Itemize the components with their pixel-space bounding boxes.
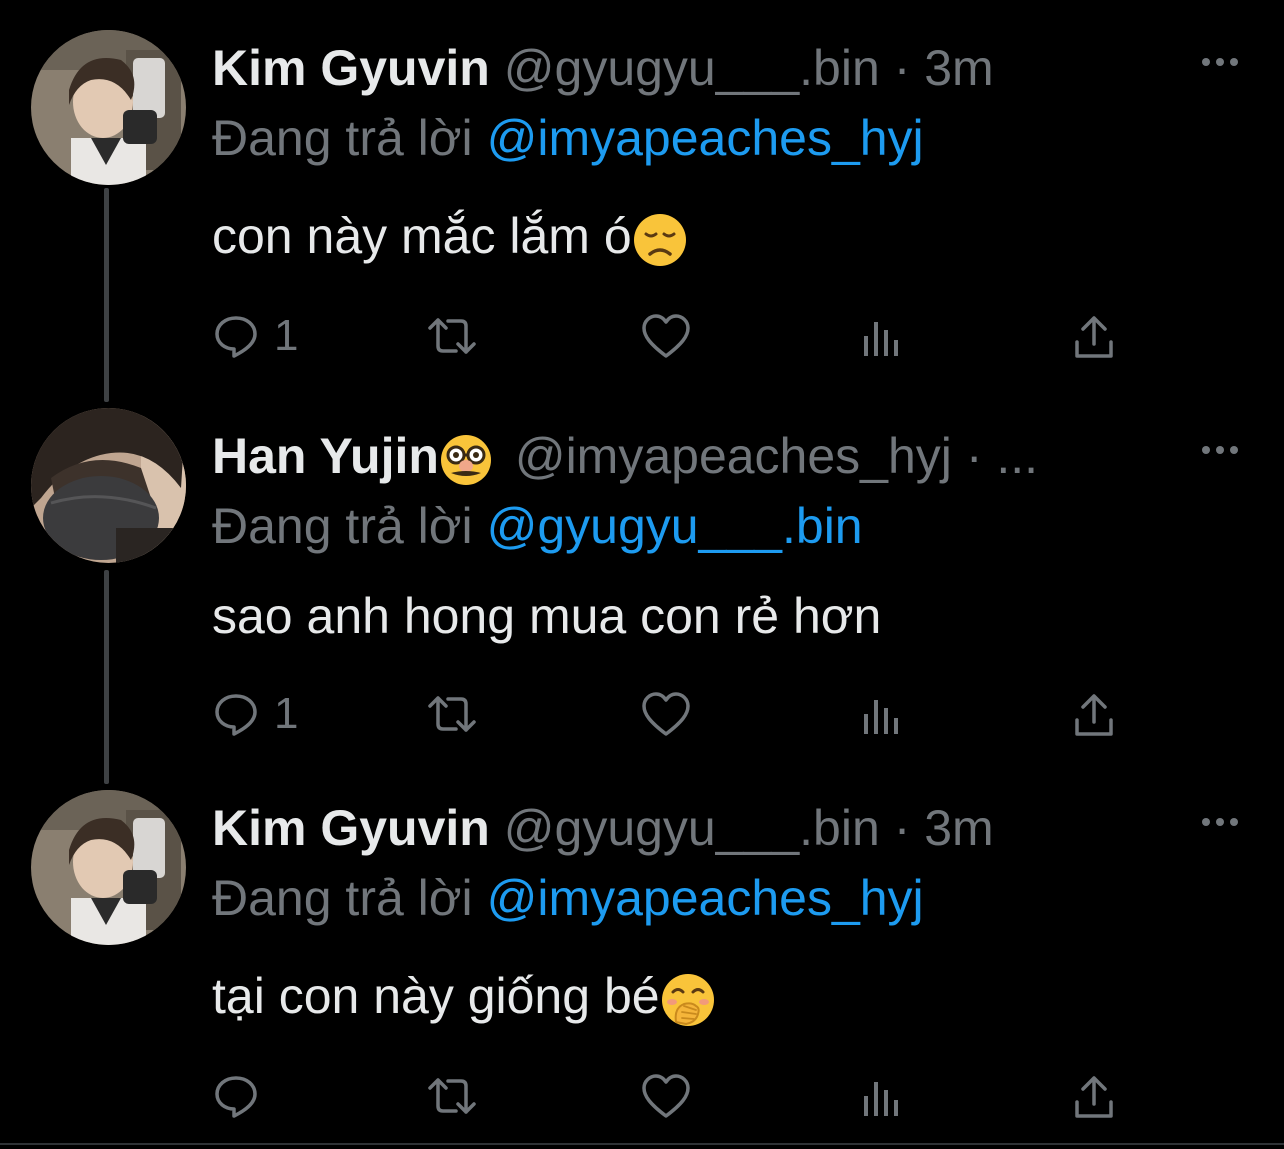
face-with-hand-over-mouth-emoji (661, 973, 714, 1026)
reply-mention-link[interactable]: @imyapeaches_hyj (487, 110, 924, 166)
disguised-face-emoji (440, 434, 491, 485)
timestamp[interactable]: 3m (924, 40, 993, 96)
views-button[interactable] (860, 686, 904, 742)
bottom-divider (0, 1143, 1284, 1145)
like-button[interactable] (640, 1068, 692, 1124)
retweet-icon (428, 318, 476, 354)
replying-to-label: Đang trả lời (212, 110, 473, 166)
more-icon[interactable] (1198, 810, 1242, 834)
reply-count: 1 (274, 689, 299, 738)
share-button[interactable] (1072, 308, 1116, 364)
separator-dot: · (893, 40, 911, 96)
share-icon (1075, 316, 1113, 358)
views-icon (864, 322, 898, 356)
tweet-actions: 1 (212, 308, 1132, 364)
share-icon (1075, 1076, 1113, 1118)
tweet-header: Kim Gyuvin @gyugyu___.bin · 3m (212, 36, 994, 100)
avatar[interactable] (31, 30, 186, 185)
tweet[interactable]: Kim Gyuvin @gyugyu___.bin · 3m Đang trả … (0, 30, 1284, 366)
share-icon (1075, 694, 1113, 736)
conversation-thread: Kim Gyuvin @gyugyu___.bin · 3m Đang trả … (0, 0, 1284, 1149)
separator-dot: · (965, 428, 983, 484)
tweet-actions (212, 1068, 1132, 1124)
retweet-button[interactable] (424, 308, 480, 364)
user-handle[interactable]: @imyapeaches_hyj (515, 428, 952, 484)
retweet-button[interactable] (424, 686, 480, 742)
avatar[interactable] (31, 408, 186, 563)
tweet-text: con này mắc lắm ó (212, 204, 696, 268)
replying-to: Đang trả lời @gyugyu___.bin (212, 494, 863, 558)
reply-icon (215, 694, 257, 736)
tweet-header: Kim Gyuvin @gyugyu___.bin · 3m (212, 796, 994, 860)
reply-icon (215, 316, 257, 358)
like-icon (642, 1074, 690, 1118)
user-handle[interactable]: @gyugyu___.bin (504, 40, 880, 96)
reply-icon (215, 1076, 257, 1118)
tweet-text-content: tại con này giống bé (212, 968, 660, 1024)
tweet-actions: 1 (212, 686, 1132, 742)
views-icon (864, 700, 898, 734)
separator-dot: · (893, 800, 911, 856)
tweet-text-content: sao anh hong mua con rẻ hơn (212, 588, 882, 644)
tweet-header: Han Yujin @imyapeaches_hyj · ... (212, 424, 1038, 488)
tweet-text-content: con này mắc lắm ó (212, 208, 632, 264)
replying-to: Đang trả lời @imyapeaches_hyj (212, 106, 924, 170)
retweet-icon (428, 1078, 476, 1114)
views-button[interactable] (860, 1068, 904, 1124)
han-yujin-avatar (31, 408, 186, 563)
share-button[interactable] (1072, 686, 1116, 742)
kim-gyuvin-avatar (31, 790, 186, 945)
avatar[interactable] (31, 790, 186, 945)
like-icon (642, 314, 690, 358)
like-icon (642, 692, 690, 736)
replying-to-label: Đang trả lời (212, 498, 473, 554)
replying-to: Đang trả lời @imyapeaches_hyj (212, 866, 924, 930)
retweet-button[interactable] (424, 1068, 480, 1124)
display-name[interactable]: Han Yujin (212, 428, 439, 484)
like-button[interactable] (640, 308, 692, 364)
like-button[interactable] (640, 686, 692, 742)
replying-to-label: Đang trả lời (212, 870, 473, 926)
retweet-icon (428, 696, 476, 732)
reply-count: 1 (274, 311, 299, 360)
display-name[interactable]: Kim Gyuvin (212, 800, 490, 856)
tweet-text: sao anh hong mua con rẻ hơn (212, 584, 881, 648)
tweet[interactable]: Han Yujin @imyapeaches_hyj · ... Đang tr… (0, 408, 1284, 754)
more-icon[interactable] (1198, 438, 1242, 462)
timestamp[interactable]: 3m (924, 800, 993, 856)
timestamp[interactable]: ... (996, 428, 1038, 484)
user-handle[interactable]: @gyugyu___.bin (504, 800, 880, 856)
reply-mention-link[interactable]: @gyugyu___.bin (487, 498, 863, 554)
more-icon[interactable] (1198, 50, 1242, 74)
display-name[interactable]: Kim Gyuvin (212, 40, 490, 96)
views-icon (864, 1082, 898, 1116)
disappointed-face-emoji (633, 213, 686, 266)
reply-button[interactable] (212, 1068, 274, 1124)
tweet-text: tại con này giống bé (212, 964, 724, 1028)
reply-mention-link[interactable]: @imyapeaches_hyj (487, 870, 924, 926)
share-button[interactable] (1072, 1068, 1116, 1124)
kim-gyuvin-avatar (31, 30, 186, 185)
reply-button[interactable]: 1 (212, 686, 298, 742)
reply-button[interactable]: 1 (212, 308, 298, 364)
views-button[interactable] (860, 308, 904, 364)
tweet[interactable]: Kim Gyuvin @gyugyu___.bin · 3m Đang trả … (0, 790, 1284, 1126)
